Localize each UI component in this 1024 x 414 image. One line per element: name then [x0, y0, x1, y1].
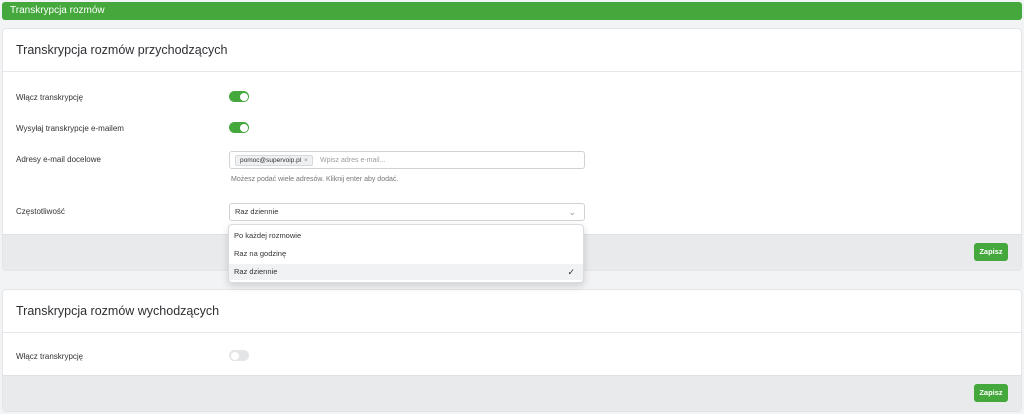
email-tags-input[interactable]: pomoc@supervoip.pl × Wpisz adres e-mail..… [229, 151, 585, 169]
outgoing-transcription-card: Transkrypcja rozmów wychodzących Włącz t… [2, 289, 1022, 412]
email-input-placeholder[interactable]: Wpisz adres e-mail... [320, 155, 385, 166]
frequency-select[interactable]: Raz dziennie ⌄ [229, 203, 585, 221]
close-icon[interactable]: × [304, 157, 308, 164]
frequency-selected-value: Raz dziennie [235, 207, 279, 216]
outgoing-enable-transcription-label: Włącz transkrypcję [16, 352, 84, 361]
page-header-title: Transkrypcja rozmów [10, 5, 105, 16]
email-chip-text: pomoc@supervoip.pl [240, 157, 302, 164]
frequency-option[interactable]: Raz na godzinę [229, 246, 583, 262]
enable-transcription-label: Włącz transkrypcję [16, 93, 84, 102]
incoming-save-button[interactable]: Zapisz [974, 243, 1008, 261]
outgoing-enable-transcription-toggle[interactable] [229, 350, 249, 361]
frequency-label: Częstotliwość [16, 207, 65, 216]
outgoing-card-title: Transkrypcja rozmów wychodzących [3, 290, 1021, 333]
frequency-dropdown-menu: Po każdej rozmowie Raz na godzinę Raz dz… [228, 224, 584, 283]
frequency-option-label: Raz dziennie [234, 267, 278, 276]
frequency-option-selected[interactable]: Raz dziennie ✓ [229, 264, 583, 280]
frequency-option[interactable]: Po każdej rozmowie [229, 228, 583, 244]
enable-transcription-toggle[interactable] [229, 91, 249, 102]
chevron-down-icon: ⌄ [568, 207, 576, 217]
email-transcription-toggle[interactable] [229, 122, 249, 133]
email-chip: pomoc@supervoip.pl × [235, 155, 313, 166]
email-hint: Możesz podać wiele adresów. Kliknij ente… [231, 176, 399, 183]
email-transcription-label: Wysyłaj transkrypcje e-mailem [16, 124, 124, 133]
target-emails-label: Adresy e-mail docelowe [16, 155, 101, 164]
check-icon: ✓ [567, 267, 575, 277]
incoming-card-title: Transkrypcja rozmów przychodzących [3, 29, 1021, 72]
page-header-bar: Transkrypcja rozmów [2, 2, 1022, 20]
outgoing-save-button[interactable]: Zapisz [974, 384, 1008, 402]
outgoing-card-footer: Zapisz [3, 375, 1021, 411]
